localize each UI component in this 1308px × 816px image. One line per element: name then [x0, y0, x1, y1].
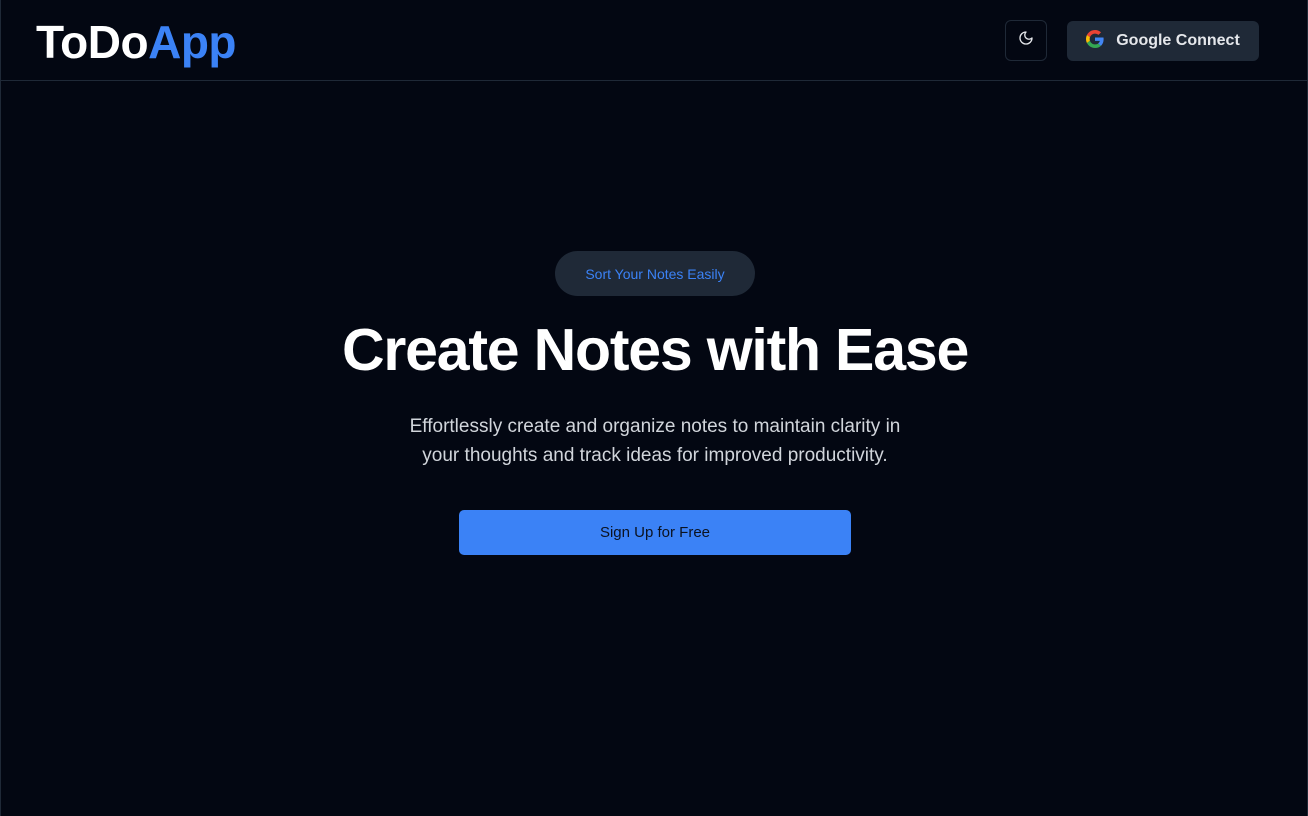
logo-text-app: App: [148, 16, 237, 68]
landing-page: ToDoApp Google Connect Sort Your Notes E…: [0, 0, 1308, 816]
hero-description-line-1: Effortlessly create and organize notes t…: [409, 416, 901, 437]
tagline-badge: Sort Your Notes Easily: [555, 251, 755, 296]
sign-up-button[interactable]: Sign Up for Free: [459, 510, 851, 555]
google-connect-button[interactable]: Google Connect: [1067, 21, 1259, 61]
moon-icon: [1018, 30, 1034, 51]
logo-text-todo: ToDo: [36, 16, 149, 68]
top-navbar: ToDoApp Google Connect: [1, 0, 1307, 81]
google-icon: [1086, 29, 1104, 53]
hero-description-line-2: your thoughts and track ideas for improv…: [422, 445, 888, 466]
google-connect-label: Google Connect: [1116, 32, 1240, 49]
hero-description: Effortlessly create and organize notes t…: [355, 412, 955, 470]
app-logo[interactable]: ToDoApp: [36, 14, 237, 70]
theme-toggle-button[interactable]: [1005, 20, 1047, 61]
hero-headline: Create Notes with Ease: [341, 317, 969, 383]
